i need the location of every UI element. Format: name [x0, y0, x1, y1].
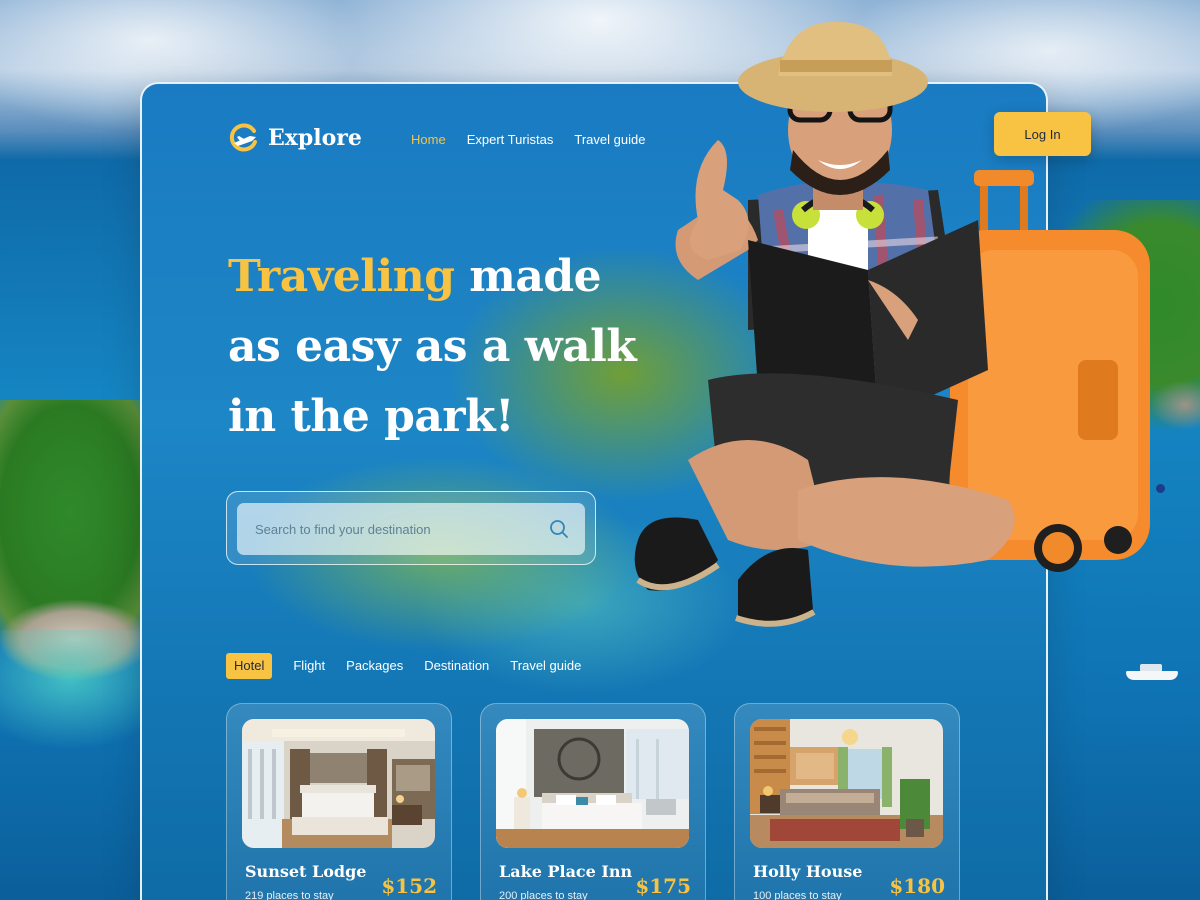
main-nav: Home Expert Turistas Travel guide	[411, 132, 645, 147]
hotel-name: Holly House	[753, 862, 863, 881]
hero-highlight: Traveling	[228, 251, 455, 302]
hotel-card-holly-house[interactable]: Holly House 100 places to stay $180	[734, 703, 960, 900]
nav-home[interactable]: Home	[411, 132, 446, 147]
brand-logo[interactable]: Explore	[228, 122, 362, 154]
category-tabs: Hotel Flight Packages Destination Travel…	[226, 653, 581, 679]
tab-packages[interactable]: Packages	[346, 653, 403, 679]
hotel-price: $152	[381, 874, 437, 898]
hotel-card-lake-place-inn[interactable]: Lake Place Inn 200 places to stay $175	[480, 703, 706, 900]
hotel-places: 100 places to stay	[753, 890, 842, 900]
login-button[interactable]: Log In	[994, 112, 1091, 156]
hotel-name: Lake Place Inn	[499, 862, 633, 881]
tab-destination[interactable]: Destination	[424, 653, 489, 679]
search-box	[237, 503, 585, 555]
hotel-photo	[496, 719, 689, 848]
brand-name: Explore	[268, 125, 362, 151]
hotel-photo	[242, 719, 435, 848]
plane-sun-logo-icon	[229, 123, 257, 152]
hero-line3: in the park!	[228, 391, 514, 442]
hero-line2: as easy as a walk	[228, 321, 637, 372]
boat	[1126, 664, 1178, 680]
hero-title: Traveling made as easy as a walk in the …	[228, 242, 648, 452]
tab-hotel[interactable]: Hotel	[226, 653, 273, 679]
hotel-name: Sunset Lodge	[245, 862, 367, 881]
search-container	[226, 491, 596, 565]
hotel-places: 200 places to stay	[499, 890, 588, 900]
search-icon[interactable]	[549, 519, 569, 539]
hotel-places: 219 places to stay	[245, 890, 334, 900]
nav-expert-turistas[interactable]: Expert Turistas	[467, 132, 554, 147]
hotel-photo	[750, 719, 943, 848]
hotel-price: $175	[635, 874, 691, 898]
hero-line1-rest: made	[454, 251, 602, 302]
hotel-card-sunset-lodge[interactable]: Sunset Lodge 219 places to stay $152	[226, 703, 452, 900]
tab-flight[interactable]: Flight	[293, 653, 325, 679]
hotel-price: $180	[889, 874, 945, 898]
search-input[interactable]	[237, 503, 537, 555]
tab-travel-guide[interactable]: Travel guide	[510, 653, 581, 679]
